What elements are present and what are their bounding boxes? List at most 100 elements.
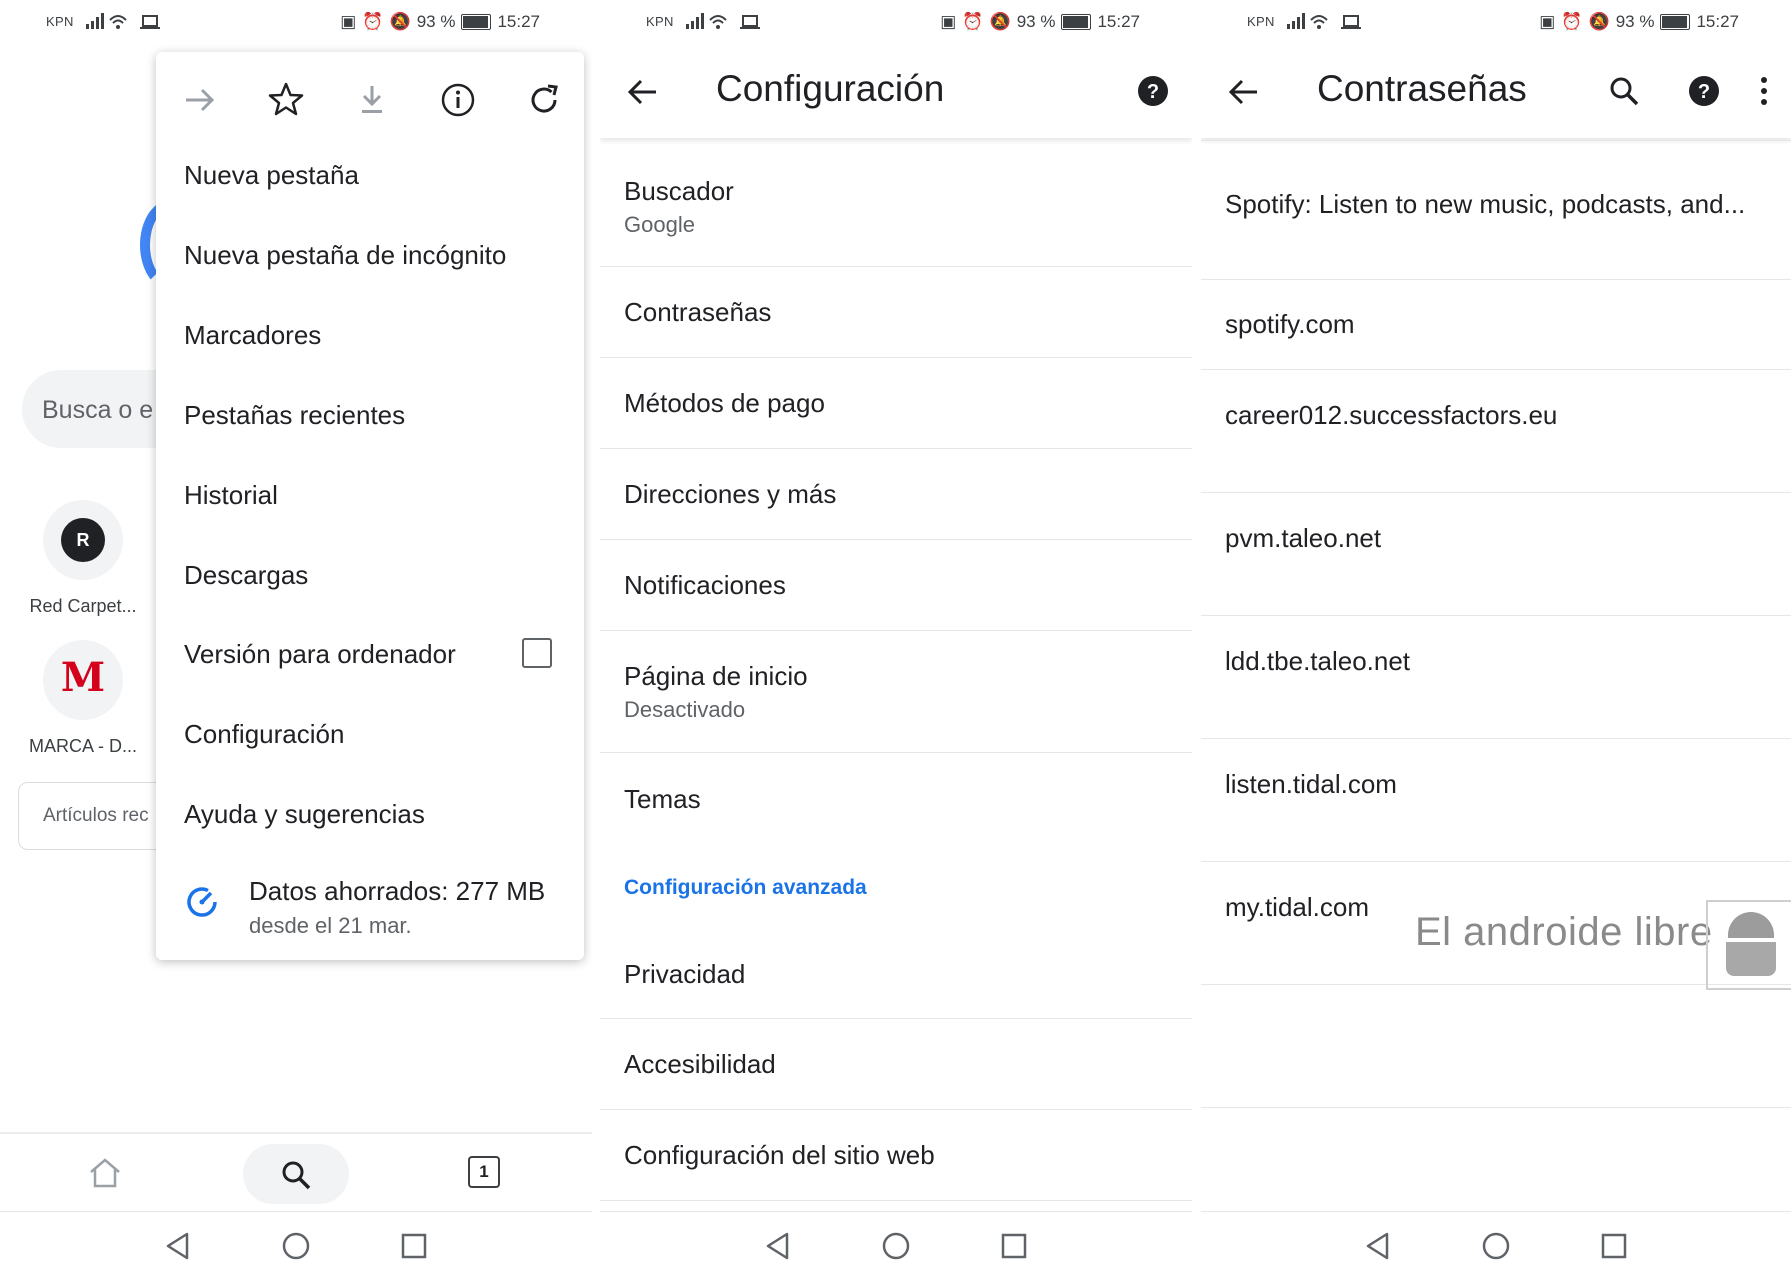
settings-item-title: Notificaciones (624, 570, 786, 600)
settings-item-homepage[interactable]: Página de inicio Desactivado (600, 631, 1192, 753)
settings-item-title: Configuración del sitio web (624, 1140, 935, 1170)
signal-icon (86, 12, 160, 30)
data-saver-icon (182, 882, 222, 927)
password-entry-label: ldd.tbe.taleo.net (1225, 646, 1411, 676)
menu-item-incognito[interactable]: Nueva pestaña de incógnito (184, 240, 506, 271)
settings-app-bar: Configuración ? (600, 44, 1192, 138)
system-nav-bar (600, 1211, 1192, 1280)
menu-item-recent-tabs[interactable]: Pestañas recientes (184, 400, 405, 431)
status-right: ▣ ⏰ 🔕 93 % 15:27 (1539, 12, 1739, 32)
page-title: Contraseñas (1317, 68, 1527, 109)
menu-item-desktop-site[interactable]: Versión para ordenador (184, 639, 456, 670)
recents-nav-icon[interactable] (399, 1231, 429, 1261)
recents-nav-icon[interactable] (999, 1231, 1029, 1261)
search-icon (282, 1161, 311, 1190)
menu-icon-row (156, 76, 584, 124)
settings-item-search-engine[interactable]: Buscador Google (600, 140, 1192, 267)
settings-item-addresses[interactable]: Direcciones y más (600, 449, 1192, 540)
password-entry[interactable]: ldd.tbe.taleo.net (1201, 616, 1791, 739)
menu-item-new-tab[interactable]: Nueva pestaña (184, 160, 359, 191)
status-bar: KPN ▣ ⏰ 🔕 93 % 15:27 (1201, 0, 1791, 44)
back-nav-icon[interactable] (763, 1231, 793, 1261)
shortcut-tile[interactable]: M MARCA - D... (8, 640, 158, 757)
password-entry[interactable]: career012.successfactors.eu (1201, 370, 1791, 493)
back-arrow-icon[interactable] (1227, 75, 1261, 114)
alarm-icon: ⏰ (1561, 12, 1583, 31)
page-title: Configuración (716, 68, 945, 109)
password-entry-label: spotify.com (1225, 309, 1355, 339)
carrier-label: KPN (46, 14, 74, 29)
settings-item-subtitle: Desactivado (624, 697, 746, 722)
password-entry[interactable]: pvm.taleo.net (1201, 493, 1791, 616)
mute-icon: 🔕 (389, 12, 411, 31)
tab-switcher-button[interactable]: 1 (468, 1156, 500, 1188)
download-icon[interactable] (348, 76, 396, 124)
settings-item-title: Buscador (624, 176, 734, 206)
password-entry[interactable]: listen.tidal.com (1201, 739, 1791, 862)
android-robot-icon (1706, 900, 1791, 990)
overflow-menu: Nueva pestaña Nueva pestaña de incógnito… (156, 52, 584, 960)
bottom-toolbar: 1 (0, 1132, 592, 1214)
alarm-icon: ⏰ (362, 12, 384, 31)
menu-item-downloads[interactable]: Descargas (184, 560, 308, 591)
back-nav-icon[interactable] (163, 1231, 193, 1261)
home-nav-icon[interactable] (1481, 1231, 1511, 1261)
settings-item-themes[interactable]: Temas (624, 784, 701, 815)
shortcut-tile[interactable]: R Red Carpet... (8, 500, 158, 617)
settings-item-payment[interactable]: Métodos de pago (600, 358, 1192, 449)
battery-icon (1660, 14, 1691, 30)
settings-item-notifications[interactable]: Notificaciones (600, 540, 1192, 631)
menu-item-help[interactable]: Ayuda y sugerencias (184, 799, 425, 830)
info-icon[interactable] (434, 76, 482, 124)
passwords-app-bar: Contraseñas ? (1201, 44, 1791, 138)
settings-item-title: Métodos de pago (624, 388, 825, 418)
nfc-icon: ▣ (1539, 12, 1556, 31)
signal-icon (686, 12, 760, 30)
watermark-text: El androide libre (1415, 910, 1713, 954)
clock: 15:27 (1097, 12, 1140, 31)
back-nav-icon[interactable] (1363, 1231, 1393, 1261)
search-button[interactable] (243, 1144, 349, 1204)
tile-initial: M (60, 654, 106, 701)
home-nav-icon[interactable] (281, 1231, 311, 1261)
settings-item-passwords[interactable]: Contraseñas (600, 267, 1192, 358)
desktop-site-checkbox[interactable] (522, 638, 552, 668)
settings-item-privacy[interactable]: Privacidad (600, 925, 1192, 1019)
refresh-icon[interactable] (520, 76, 568, 124)
settings-item-title: Privacidad (624, 959, 746, 989)
recents-nav-icon[interactable] (1599, 1231, 1629, 1261)
menu-item-settings[interactable]: Configuración (184, 719, 344, 750)
settings-panel: KPN ▣ ⏰ 🔕 93 % 15:27 Configuración ? Bus… (600, 0, 1192, 1280)
system-nav-bar (1201, 1211, 1791, 1280)
battery-percent: 93 % (1615, 12, 1655, 31)
status-right: ▣ ⏰ 🔕 93 % 15:27 (340, 12, 540, 32)
settings-item-title: Accesibilidad (624, 1049, 776, 1079)
help-icon[interactable]: ? (1136, 74, 1170, 113)
mute-icon: 🔕 (989, 12, 1011, 31)
menu-item-history[interactable]: Historial (184, 480, 278, 511)
more-vert-icon[interactable] (1757, 74, 1771, 113)
settings-item-site-settings[interactable]: Configuración del sitio web (600, 1110, 1192, 1201)
back-arrow-icon[interactable] (626, 75, 660, 114)
password-entry[interactable]: Spotify: Listen to new music, podcasts, … (1201, 140, 1791, 280)
settings-item-accessibility[interactable]: Accesibilidad (600, 1019, 1192, 1110)
password-entry-label: my.tidal.com (1225, 892, 1369, 922)
data-saved-amount[interactable]: Datos ahorrados: 277 MB (249, 876, 545, 907)
carrier-label: KPN (1247, 14, 1275, 29)
menu-item-bookmarks[interactable]: Marcadores (184, 320, 321, 351)
tile-label: MARCA - D... (28, 736, 137, 756)
status-right: ▣ ⏰ 🔕 93 % 15:27 (940, 12, 1140, 32)
home-icon[interactable] (86, 1154, 124, 1197)
search-icon[interactable] (1607, 74, 1641, 113)
home-nav-icon[interactable] (881, 1231, 911, 1261)
passwords-panel: KPN ▣ ⏰ 🔕 93 % 15:27 Contraseñas ? Spoti… (1201, 0, 1791, 1280)
forward-icon[interactable] (176, 76, 224, 124)
tile-label: Red Carpet... (29, 596, 137, 616)
svg-text:?: ? (1147, 81, 1159, 103)
star-icon[interactable] (262, 76, 310, 124)
help-icon[interactable]: ? (1687, 74, 1721, 113)
password-entry-label: listen.tidal.com (1225, 769, 1397, 799)
clock: 15:27 (497, 12, 540, 31)
password-entry[interactable]: spotify.com (1201, 279, 1791, 370)
password-entry-empty[interactable] (1201, 985, 1791, 1108)
